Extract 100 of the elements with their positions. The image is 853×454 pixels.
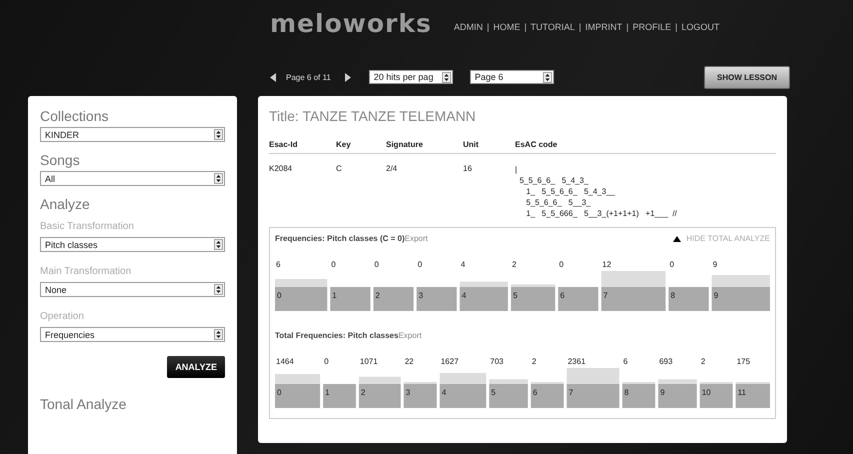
data-label: 4 [460, 260, 466, 269]
bar [510, 284, 556, 287]
column-header: Unit [463, 140, 480, 149]
data-label: 1464 [276, 357, 294, 366]
x-tick-label: 8 [624, 388, 630, 397]
data-label: 1071 [360, 357, 378, 366]
column-header: Key [336, 140, 352, 149]
data-label: 0 [559, 260, 564, 269]
nav-link[interactable]: TUTORIAL [530, 22, 575, 32]
nav-separator: | [524, 22, 527, 32]
spinner-icon [214, 239, 223, 250]
x-tick-label: 1 [332, 291, 338, 300]
data-label: 0 [670, 260, 674, 269]
x-tick-label: 7 [568, 388, 574, 397]
data-label: 2 [532, 357, 536, 366]
data-label: 175 [736, 357, 750, 366]
category-label: 4 [460, 287, 508, 311]
field-label: Main Transformation [40, 266, 132, 277]
column-header: Esac-Id [269, 140, 298, 149]
x-tick-label: 2 [375, 291, 380, 300]
spinner-icon [442, 72, 451, 82]
data-label: 0 [324, 357, 329, 366]
category-label: 0 [275, 384, 320, 408]
nav-separator: | [626, 22, 629, 32]
data-label: 6 [276, 260, 280, 269]
dropdown[interactable]: All [40, 171, 225, 186]
bar [489, 379, 528, 384]
chart-title: Total Frequencies: Pitch classes [275, 331, 398, 340]
x-tick-label: 1 [325, 388, 330, 397]
x-tick-label: 3 [406, 388, 411, 397]
table-cell-text: C [336, 164, 343, 175]
dropdown[interactable]: None [40, 282, 225, 297]
category-label: 10 [700, 384, 733, 408]
table-cell-text: 16 [463, 164, 473, 175]
nav-separator: | [578, 22, 582, 32]
data-label: 703 [490, 357, 504, 366]
bar [658, 379, 697, 384]
data-label: 1627 [440, 357, 459, 366]
category-label: 9 [712, 287, 770, 311]
data-label: 0 [331, 260, 336, 269]
category-label: 0 [275, 287, 328, 311]
category-label: 6 [558, 287, 598, 311]
spinner-icon [214, 173, 223, 184]
category-label: 3 [404, 384, 437, 408]
section-heading: Songs [40, 152, 81, 168]
song-title: Title: TANZE TANZE TELEMANN [269, 108, 477, 124]
bar [358, 376, 401, 384]
x-tick-label: 6 [560, 291, 566, 300]
next-icon[interactable] [344, 72, 351, 82]
dropdown[interactable]: KINDER [40, 127, 225, 142]
dropdown[interactable]: Pitch classes [40, 237, 225, 252]
bar [566, 368, 620, 384]
data-label: 0 [374, 260, 379, 269]
show-lesson-button[interactable]: SHOW LESSON [704, 66, 790, 88]
x-tick-label: 3 [418, 291, 424, 300]
category-label: 11 [736, 384, 770, 408]
category-label: 9 [658, 384, 697, 408]
dropdown[interactable]: 20 hits per pag [368, 70, 453, 84]
category-label: 5 [510, 287, 556, 311]
column-header: EsAC code [515, 140, 558, 149]
nav-separator: | [675, 22, 678, 32]
field-label: Basic Transformation [40, 221, 135, 232]
bar [275, 279, 328, 287]
nav-link[interactable]: LOGOUT [681, 22, 720, 32]
x-tick-label: 2 [360, 388, 366, 397]
nav-separator: | [486, 22, 490, 32]
nav-link[interactable]: HOME [493, 22, 520, 32]
x-tick-label: 9 [660, 388, 666, 397]
x-tick-label: 11 [738, 388, 747, 397]
previous-icon[interactable] [270, 72, 276, 82]
section-heading: Collections [40, 108, 110, 124]
table-cell-text: 2/4 [386, 164, 398, 175]
x-tick-label: 6 [532, 388, 538, 397]
x-tick-label: 4 [462, 291, 467, 300]
chart-title: Frequencies: Pitch classes (C = 0) [275, 234, 405, 243]
esac-code-line: 5_5_6_6_ 5_4_3_ [518, 175, 590, 186]
dropdown[interactable]: Page 6 [470, 70, 554, 84]
data-label: 693 [659, 357, 673, 366]
esac-code-line: 1_ 5_5_6_6_ 5_4_3__ [525, 186, 616, 197]
category-label: 4 [440, 384, 486, 408]
spinner-icon [214, 129, 223, 140]
analyze-button[interactable]: ANALYZE [167, 356, 225, 378]
esac-code-line: 1_ 5_5_666_ 5__3_(+1+1+1) +1___ // [525, 208, 678, 219]
logo[interactable]: meloworks [270, 8, 432, 38]
export-link[interactable]: Export [398, 331, 422, 340]
export-link[interactable]: Export [404, 234, 428, 243]
column-header: Signature [386, 140, 424, 149]
nav-link[interactable]: PROFILE [632, 22, 672, 32]
spinner-icon [542, 72, 552, 82]
caret-icon [673, 236, 682, 242]
dropdown[interactable]: Frequencies [40, 327, 225, 342]
category-label: 1 [330, 287, 370, 311]
x-tick-label: 5 [512, 291, 518, 300]
category-label: 7 [601, 287, 666, 311]
data-label: 6 [623, 357, 628, 366]
nav-link[interactable]: ADMIN [454, 22, 483, 32]
section-heading: Tonal Analyze [40, 396, 128, 412]
bar [712, 275, 770, 287]
nav-link[interactable]: IMPRINT [585, 22, 622, 32]
x-tick-label: 5 [491, 388, 496, 397]
